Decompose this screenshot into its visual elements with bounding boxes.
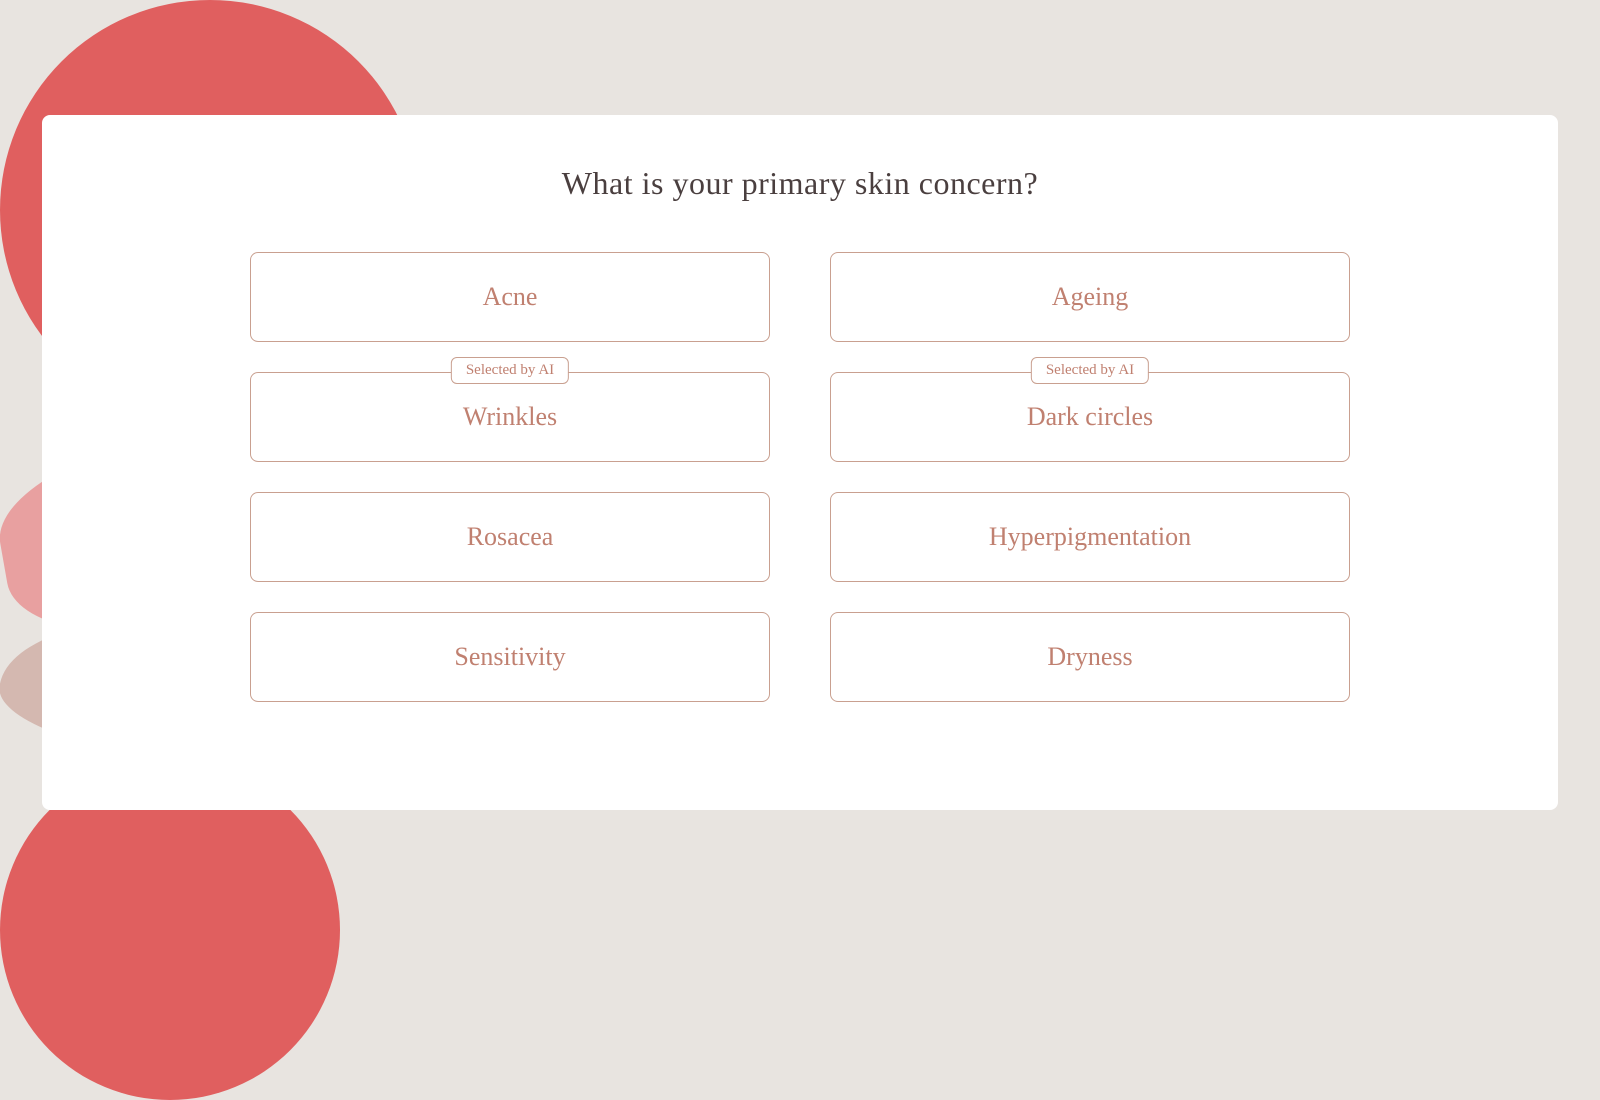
option-acne-label: Acne bbox=[483, 282, 538, 312]
option-acne[interactable]: Acne bbox=[250, 252, 770, 342]
option-dryness-label: Dryness bbox=[1047, 642, 1132, 672]
option-wrinkles[interactable]: Selected by AI Wrinkles bbox=[250, 372, 770, 462]
option-dark-circles-label: Dark circles bbox=[1027, 402, 1153, 432]
option-dark-circles[interactable]: Selected by AI Dark circles bbox=[830, 372, 1350, 462]
option-ageing-label: Ageing bbox=[1052, 282, 1129, 312]
option-rosacea[interactable]: Rosacea bbox=[250, 492, 770, 582]
page-title: What is your primary skin concern? bbox=[562, 165, 1038, 202]
main-card: What is your primary skin concern? Acne … bbox=[42, 115, 1558, 810]
option-hyperpigmentation[interactable]: Hyperpigmentation bbox=[830, 492, 1350, 582]
option-dryness[interactable]: Dryness bbox=[830, 612, 1350, 702]
bg-decoration-bottom-right bbox=[0, 760, 340, 1100]
option-hyperpigmentation-label: Hyperpigmentation bbox=[989, 522, 1191, 552]
option-sensitivity-label: Sensitivity bbox=[454, 642, 565, 672]
option-ageing[interactable]: Ageing bbox=[830, 252, 1350, 342]
ai-badge-dark-circles: Selected by AI bbox=[1031, 357, 1149, 384]
option-wrinkles-label: Wrinkles bbox=[463, 402, 557, 432]
options-grid: Acne Ageing Selected by AI Wrinkles Sele… bbox=[250, 252, 1350, 702]
ai-badge-wrinkles: Selected by AI bbox=[451, 357, 569, 384]
option-rosacea-label: Rosacea bbox=[467, 522, 554, 552]
option-sensitivity[interactable]: Sensitivity bbox=[250, 612, 770, 702]
